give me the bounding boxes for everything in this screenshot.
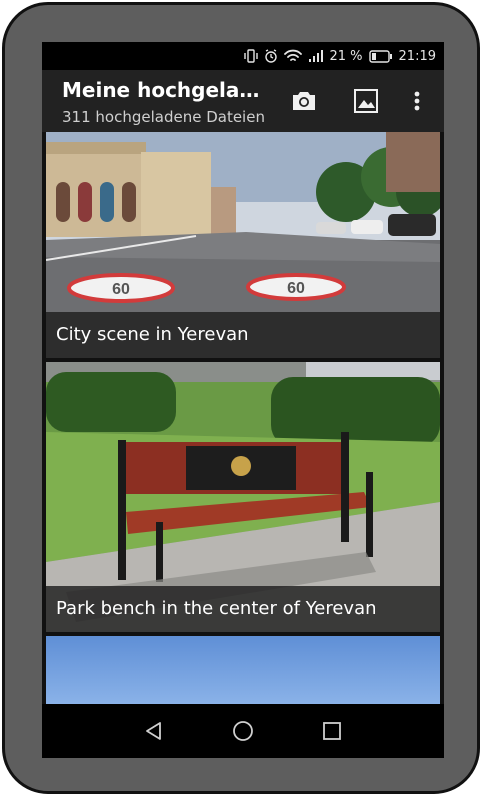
alarm-icon [264, 49, 278, 63]
overflow-menu-icon [414, 91, 420, 111]
home-button[interactable] [228, 716, 258, 746]
recents-icon [323, 722, 341, 740]
camera-icon [293, 92, 315, 110]
status-bar: 21 % 21:19 [42, 42, 444, 70]
list-item[interactable] [46, 636, 440, 704]
page-subtitle: 311 hochgeladene Dateien [62, 108, 265, 126]
wifi-icon [283, 49, 302, 63]
photo-sky [46, 636, 440, 704]
camera-button[interactable] [287, 84, 321, 118]
status-time: 21:19 [398, 48, 436, 64]
battery-percent: 21 % [329, 48, 363, 64]
overflow-menu-button[interactable] [400, 84, 434, 118]
list-item[interactable]: 60 60 City scene in Yerevan [46, 132, 440, 358]
app-bar: Meine hochgeladene Dateien 311 hochgelad… [42, 70, 444, 132]
gallery-button[interactable] [349, 84, 383, 118]
back-button[interactable] [139, 716, 169, 746]
system-nav-bar [42, 704, 444, 758]
vibrate-icon [243, 49, 258, 63]
list-item[interactable]: Park bench in the center of Yerevan [46, 362, 440, 632]
svg-text:60: 60 [287, 280, 305, 297]
recents-button[interactable] [317, 716, 347, 746]
back-icon [146, 722, 161, 740]
phone-screen: 21 % 21:19 Meine hochgeladene Dateien 31… [42, 42, 444, 758]
svg-text:60: 60 [112, 281, 130, 298]
photo-caption: City scene in Yerevan [46, 312, 440, 358]
page-title: Meine hochgeladene Dateien [62, 78, 262, 102]
photo-caption: Park bench in the center of Yerevan [46, 586, 440, 632]
home-icon [233, 721, 253, 741]
upload-feed[interactable]: 60 60 City scene in Yerevan Park bench i… [42, 132, 444, 704]
battery-icon [368, 49, 393, 63]
gallery-icon [354, 89, 378, 113]
signal-icon [308, 49, 324, 63]
